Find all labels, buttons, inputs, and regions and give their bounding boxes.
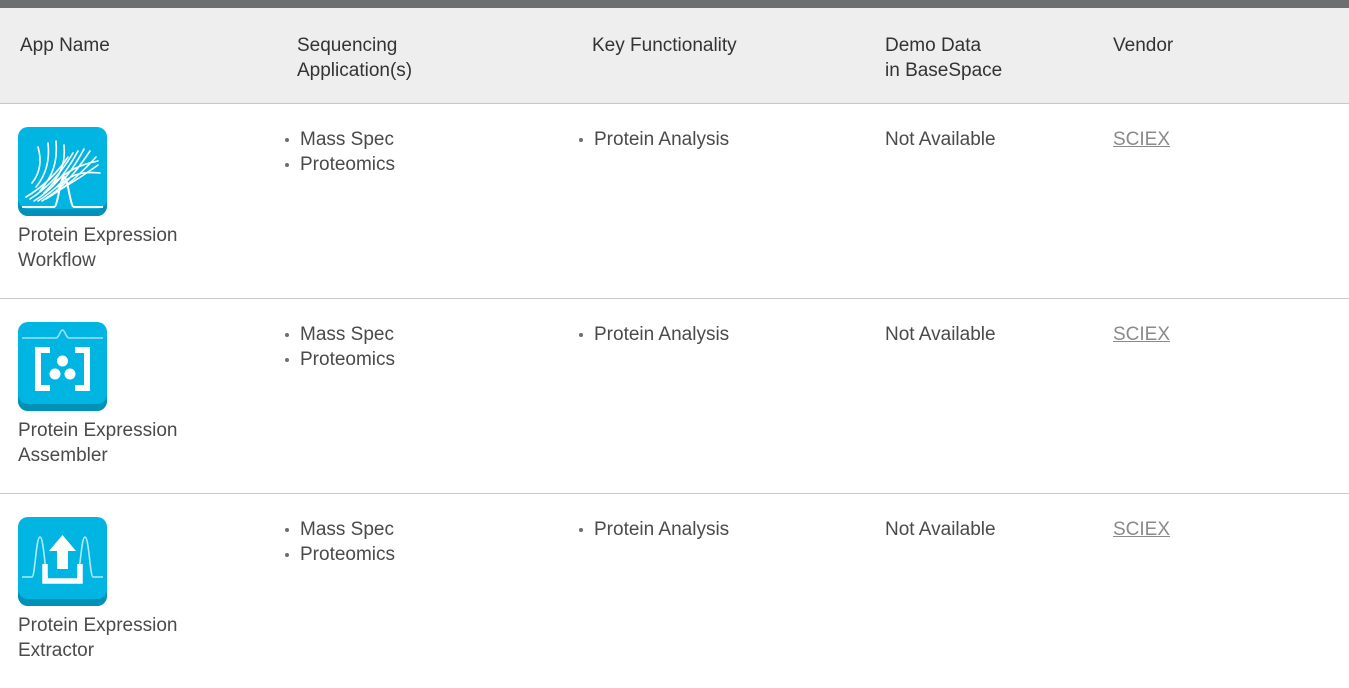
list-item: Mass Spec: [282, 517, 395, 542]
table-row: Protein Expression Workflow Mass Spec Pr…: [0, 104, 1349, 299]
table-row: Protein Expression Assembler Mass Spec P…: [0, 299, 1349, 494]
app-name-line: Protein Expression: [18, 615, 178, 636]
column-header-label: in BaseSpace: [885, 60, 1003, 81]
app-name-line: Extractor: [18, 640, 95, 661]
column-header-app-name: App Name: [20, 33, 110, 58]
app-name: Protein Expression Assembler: [18, 418, 238, 468]
list-item: Protein Analysis: [576, 127, 729, 152]
app-name-line: Protein Expression: [18, 225, 178, 246]
key-functionality-list: Protein Analysis: [576, 322, 729, 347]
demo-data-status: Not Available: [885, 129, 996, 150]
table-row: Protein Expression Extractor Mass Spec P…: [0, 494, 1349, 688]
column-header-demo-data: Demo Data in BaseSpace: [885, 33, 1002, 83]
table-header: App Name Sequencing Application(s) Key F…: [0, 8, 1349, 104]
column-header-label: Key Functionality: [592, 35, 737, 56]
demo-data-status: Not Available: [885, 519, 996, 540]
vendor-link[interactable]: SCIEX: [1113, 517, 1170, 542]
column-header-key-functionality: Key Functionality: [592, 33, 737, 58]
sequencing-applications-list: Mass Spec Proteomics: [282, 517, 395, 567]
demo-data-status: Not Available: [885, 324, 996, 345]
vendor-link[interactable]: SCIEX: [1113, 127, 1170, 152]
column-header-label: Sequencing: [297, 35, 398, 56]
app-name-line: Protein Expression: [18, 420, 178, 441]
list-item: Proteomics: [282, 152, 395, 177]
protein-expression-extractor-icon[interactable]: [18, 517, 107, 606]
key-functionality-list: Protein Analysis: [576, 517, 729, 542]
protein-expression-assembler-icon[interactable]: [18, 322, 107, 411]
column-header-label: App Name: [20, 35, 110, 56]
app-name-line: Assembler: [18, 445, 108, 466]
list-item: Proteomics: [282, 542, 395, 567]
column-header-vendor: Vendor: [1113, 33, 1173, 58]
top-bar: [0, 0, 1349, 8]
list-item: Protein Analysis: [576, 322, 729, 347]
app-name-line: Workflow: [18, 250, 96, 271]
list-item: Mass Spec: [282, 322, 395, 347]
list-item: Mass Spec: [282, 127, 395, 152]
column-header-sequencing-applications: Sequencing Application(s): [297, 33, 412, 83]
table-body: Protein Expression Workflow Mass Spec Pr…: [0, 104, 1349, 688]
app-name: Protein Expression Workflow: [18, 223, 238, 273]
sequencing-applications-list: Mass Spec Proteomics: [282, 127, 395, 177]
app-name: Protein Expression Extractor: [18, 613, 238, 663]
column-header-label: Vendor: [1113, 35, 1174, 56]
list-item: Proteomics: [282, 347, 395, 372]
list-item: Protein Analysis: [576, 517, 729, 542]
vendor-link[interactable]: SCIEX: [1113, 322, 1170, 347]
column-header-label: Demo Data: [885, 35, 982, 56]
sequencing-applications-list: Mass Spec Proteomics: [282, 322, 395, 372]
protein-expression-workflow-icon[interactable]: [18, 127, 107, 216]
key-functionality-list: Protein Analysis: [576, 127, 729, 152]
column-header-label: Application(s): [297, 60, 413, 81]
